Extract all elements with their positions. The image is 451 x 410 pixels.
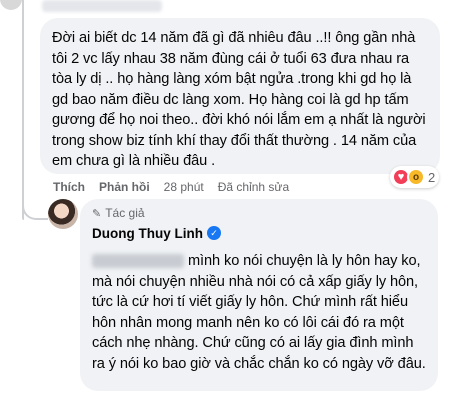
author-badge: ✎ Tác giả (92, 205, 426, 221)
like-button[interactable]: Thích (53, 180, 85, 194)
wow-reaction-icon: o (407, 168, 425, 186)
reaction-count: 2 (428, 169, 436, 185)
thread-line (22, 0, 24, 220)
commenter-avatar[interactable] (0, 0, 22, 10)
reply-button[interactable]: Phản hồi (99, 180, 150, 194)
comment-actions: Thích Phản hồi 28 phút Đã chỉnh sửa (53, 180, 303, 194)
comment-timestamp[interactable]: 28 phút (164, 180, 204, 194)
reply-text-block: mình ko nói chuyện là ly hôn hay ko, mà … (92, 251, 426, 375)
edited-label: Đã chỉnh sửa (217, 180, 290, 194)
comment-text: Đời ai biết dc 14 năm đã gì đã nhiêu đâu… (52, 30, 426, 169)
verified-badge-icon: ✓ (206, 226, 221, 240)
thread-connector (22, 200, 48, 220)
blurred-commenter-name (42, 0, 162, 12)
blurred-mention (92, 254, 184, 269)
reply-author-row: Duong Thuy Linh ✓ (92, 223, 426, 243)
reactions-summary[interactable]: ♥ o 2 (390, 166, 440, 188)
comment-bubble: Đời ai biết dc 14 năm đã gì đã nhiêu đâu… (40, 18, 440, 174)
pen-icon: ✎ (92, 207, 102, 220)
author-badge-label: Tác giả (105, 206, 145, 220)
reply-text: mình ko nói chuyện là ly hôn hay ko, mà … (92, 253, 426, 372)
author-avatar[interactable] (48, 199, 78, 229)
reply-author-name[interactable]: Duong Thuy Linh (92, 226, 203, 241)
reply-bubble: ✎ Tác giả Duong Thuy Linh ✓ mình ko nói … (80, 199, 438, 391)
